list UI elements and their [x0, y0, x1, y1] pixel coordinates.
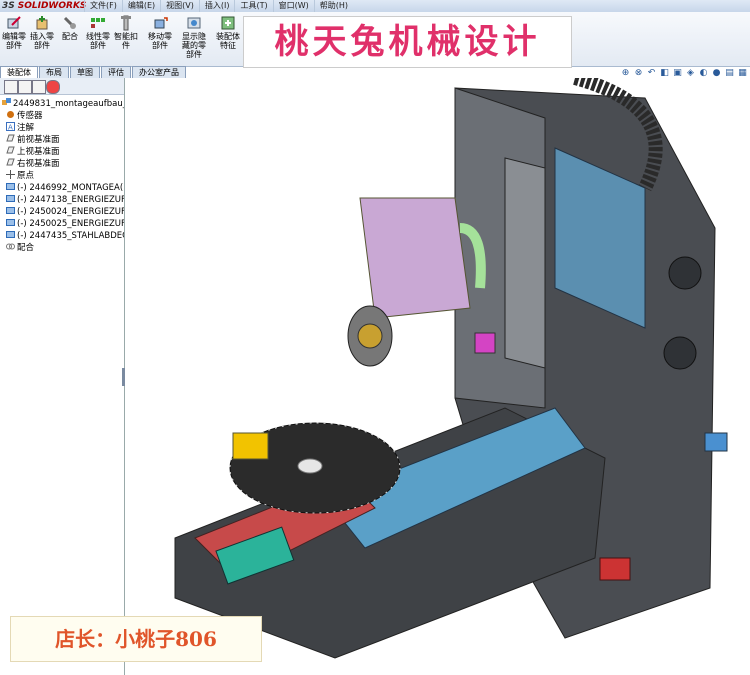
move-component-icon — [154, 17, 168, 29]
magenta-block — [474, 332, 496, 354]
origin-icon — [6, 170, 15, 179]
move-component-button[interactable]: 移动零部件 — [146, 15, 174, 50]
spindle-head — [359, 197, 471, 319]
leveling-foot — [599, 557, 631, 581]
show-hidden-icon — [187, 17, 201, 29]
tree-item-part-3[interactable]: (-) 2450024_ENERGIEZUF — [0, 206, 124, 218]
feature-manager-panel: 2449831_montageaufbau_ii_ 传感器 A 注解 前视基准面 … — [0, 78, 125, 675]
solidworks-logo[interactable]: 3S SOLIDWORKS — [2, 0, 86, 12]
plane-icon — [6, 158, 15, 166]
feature-tree-tab-icon[interactable] — [4, 80, 18, 94]
linear-pattern-icon — [91, 18, 105, 28]
display-manager-tab-icon[interactable] — [46, 80, 60, 94]
table-center — [297, 458, 323, 474]
tree-item-mates[interactable]: 配合 — [0, 242, 124, 254]
menu-insert[interactable]: 插入(I) — [198, 0, 235, 12]
configuration-tab-icon[interactable] — [32, 80, 46, 94]
part-icon — [6, 219, 15, 226]
part-icon — [6, 183, 15, 190]
assembly-icon — [2, 98, 11, 105]
menu-view[interactable]: 视图(V) — [160, 0, 199, 12]
tree-item-part-1[interactable]: (-) 2446992_MONTAGEA( — [0, 182, 124, 194]
part-icon — [6, 231, 15, 238]
shop-watermark: 桃天兔机械设计 — [243, 16, 572, 68]
command-tabs: 装配体 布局 草图 评估 办公室产品 — [0, 66, 200, 78]
smart-fastener-button[interactable]: 智能扣件 — [112, 15, 140, 50]
tree-root[interactable]: 2449831_montageaufbau_ii_ — [0, 98, 124, 110]
mate-button[interactable]: 配合 — [56, 15, 84, 41]
plane-icon — [6, 134, 15, 142]
panel-tabs — [0, 78, 124, 95]
edit-component-icon — [7, 16, 21, 29]
linear-pattern-button[interactable]: 线性零部件 — [84, 15, 112, 50]
spindle-chuck — [357, 323, 383, 349]
tab-assembly[interactable]: 装配体 — [0, 66, 38, 78]
tree-item-sensors[interactable]: 传感器 — [0, 110, 124, 122]
smart-fastener-icon — [121, 15, 131, 31]
mates-icon — [6, 243, 15, 250]
menu-help[interactable]: 帮助(H) — [313, 0, 353, 12]
svg-text:A: A — [8, 124, 13, 132]
part-icon — [6, 207, 15, 214]
tree-item-top-plane[interactable]: 上视基准面 — [0, 146, 124, 158]
tab-layout[interactable]: 布局 — [39, 66, 69, 78]
menu-tools[interactable]: 工具(T) — [234, 0, 272, 12]
tree-item-part-5[interactable]: (-) 2447435_STAHLABDEC — [0, 230, 124, 242]
menu-edit[interactable]: 编辑(E) — [121, 0, 160, 12]
property-manager-tab-icon[interactable] — [18, 80, 32, 94]
machine-model — [174, 78, 728, 659]
show-hidden-button[interactable]: 显示隐藏的零部件 — [180, 15, 208, 59]
annotation-icon: A — [6, 122, 15, 131]
tree-item-part-4[interactable]: (-) 2450025_ENERGIEZUF — [0, 218, 124, 230]
tab-evaluate[interactable]: 评估 — [101, 66, 131, 78]
feature-tree: 2449831_montageaufbau_ii_ 传感器 A 注解 前视基准面 … — [0, 98, 124, 254]
shop-owner-watermark: 店长：小桃子806 — [10, 616, 262, 662]
assembly-feature-icon — [221, 16, 235, 30]
menu-file[interactable]: 文件(F) — [84, 0, 122, 12]
vertical-slide — [504, 157, 546, 369]
edit-component-button[interactable]: 编辑零部件 — [0, 15, 28, 50]
tree-item-part-2[interactable]: (-) 2447138_ENERGIEZUF — [0, 194, 124, 206]
menu-bar: 文件(F) 编辑(E) 视图(V) 插入(I) 工具(T) 窗口(W) 帮助(H… — [84, 0, 353, 12]
sensor-icon — [7, 111, 14, 118]
tab-sketch[interactable]: 草图 — [70, 66, 100, 78]
menu-window[interactable]: 窗口(W) — [272, 0, 314, 12]
mate-icon — [63, 16, 76, 29]
tree-item-front-plane[interactable]: 前视基准面 — [0, 134, 124, 146]
graphics-area[interactable] — [125, 78, 750, 675]
tree-item-origin[interactable]: 原点 — [0, 170, 124, 182]
column-hole-lower — [663, 336, 697, 370]
insert-component-button[interactable]: 插入零部件 — [28, 15, 56, 50]
assembly-feature-button[interactable]: 装配体特征 — [214, 15, 242, 50]
tree-item-annotations[interactable]: A 注解 — [0, 122, 124, 134]
plane-icon — [6, 146, 15, 154]
yellow-motor — [232, 432, 269, 460]
insert-component-icon — [36, 16, 48, 30]
part-icon — [6, 195, 15, 202]
tree-item-right-plane[interactable]: 右视基准面 — [0, 158, 124, 170]
tab-office-products[interactable]: 办公室产品 — [132, 66, 186, 78]
column-hole-upper — [668, 256, 702, 290]
blue-connector — [704, 432, 728, 452]
